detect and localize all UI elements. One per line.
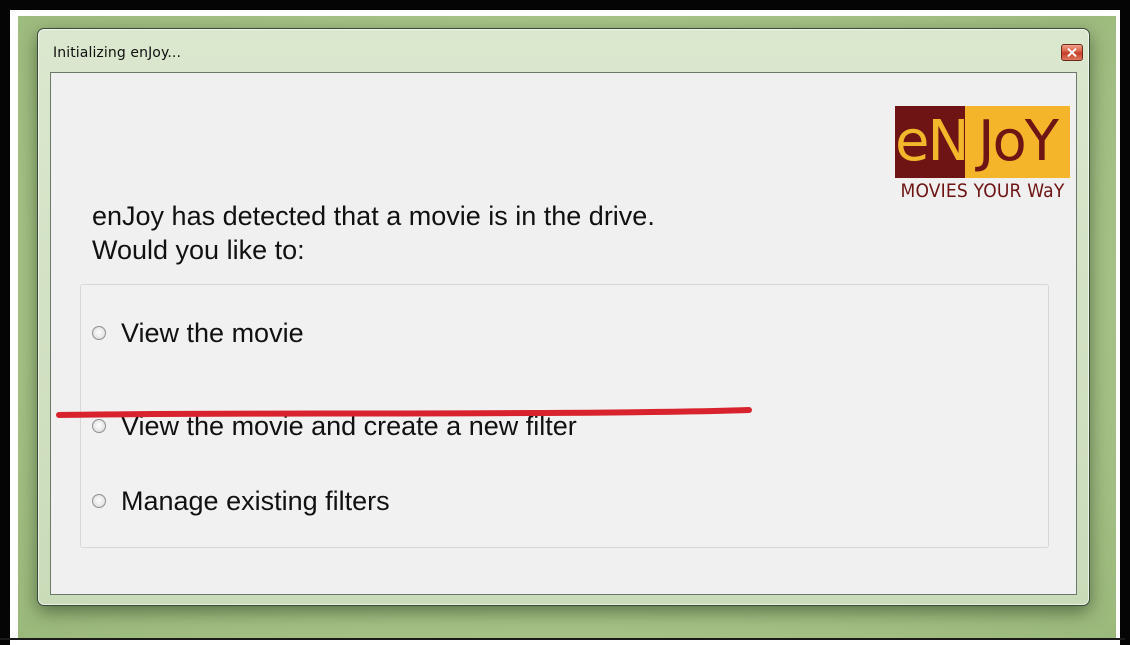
logo-tagline: MOVIES YOUR WaY <box>900 180 1065 202</box>
frame-bottom-rule <box>0 638 1125 640</box>
enjoy-logo: eN JoY MOVIES YOUR WaY <box>895 106 1070 206</box>
logo-brand-part1: eN <box>895 106 969 178</box>
dialog-client-area: eN JoY MOVIES YOUR WaY enJoy has detecte… <box>50 72 1077 595</box>
option-label: Manage existing filters <box>121 485 390 516</box>
radio-view-movie[interactable] <box>92 326 106 340</box>
title-bar[interactable]: Initializing enJoy... <box>38 29 1089 69</box>
options-group: View the movie View the movie and create… <box>80 284 1049 548</box>
radio-view-and-create-filter[interactable] <box>92 419 106 433</box>
option-manage-filters[interactable]: Manage existing filters <box>92 485 390 517</box>
window-title: Initializing enJoy... <box>53 45 181 61</box>
logo-wordmark: eN JoY <box>895 106 1070 178</box>
prompt-line-1: enJoy has detected that a movie is in th… <box>92 201 655 231</box>
close-icon <box>1067 48 1077 57</box>
option-view-movie[interactable]: View the movie <box>92 317 304 349</box>
dialog-window: Initializing enJoy... eN JoY MOVIES YOUR… <box>37 28 1090 606</box>
frame-inner-strip <box>10 10 18 638</box>
prompt-line-2: Would you like to: <box>92 235 305 265</box>
prompt-text: enJoy has detected that a movie is in th… <box>92 199 655 267</box>
option-view-and-create-filter[interactable]: View the movie and create a new filter <box>92 410 577 442</box>
option-label: View the movie <box>121 317 304 348</box>
radio-manage-filters[interactable] <box>92 494 106 508</box>
logo-brand-part2: JoY <box>965 106 1070 178</box>
close-button[interactable] <box>1061 44 1083 61</box>
option-label: View the movie and create a new filter <box>121 410 577 441</box>
